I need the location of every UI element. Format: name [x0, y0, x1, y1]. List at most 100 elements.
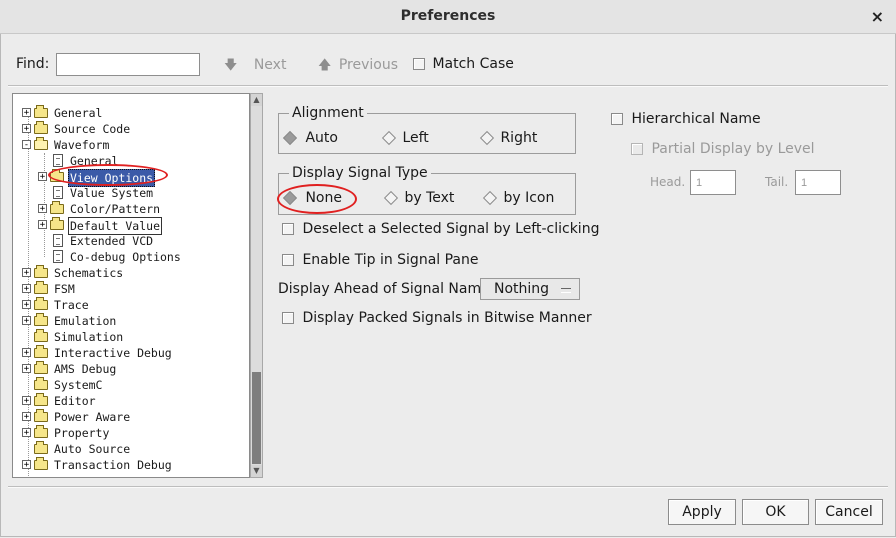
alignment-radio-left[interactable]: Left — [381, 130, 429, 146]
tree-item-default-value[interactable]: + Default Value — [13, 217, 249, 235]
display-ahead-select[interactable]: Nothing — [480, 278, 580, 300]
radio-label: Auto — [305, 130, 338, 146]
folder-icon — [34, 265, 48, 278]
tree-item-interactive-debug[interactable]: + Interactive Debug — [13, 345, 249, 361]
tree-item-source-code[interactable]: + Source Code — [13, 121, 249, 137]
tree-item-value-system[interactable]: Value System — [13, 185, 249, 201]
checkbox-label: Enable Tip in Signal Pane — [302, 252, 479, 268]
tree-item-power-aware[interactable]: + Power Aware — [13, 409, 249, 425]
tree-item-simulation[interactable]: Simulation — [13, 329, 249, 345]
expand-icon[interactable]: + — [22, 412, 31, 422]
window-title: Preferences — [400, 8, 496, 24]
display-packed-checkbox[interactable]: Display Packed Signals in Bitwise Manner — [282, 310, 592, 326]
head-input[interactable] — [690, 170, 736, 195]
head-label: Head. — [650, 175, 686, 189]
tree-scrollbar[interactable]: ▲ ▼ — [250, 93, 263, 478]
expand-icon[interactable]: + — [22, 268, 31, 278]
checkbox-label: Partial Display by Level — [651, 141, 815, 157]
expand-icon[interactable]: + — [22, 428, 31, 438]
radio-label: by Text — [404, 190, 455, 206]
folder-icon — [34, 281, 48, 294]
tree-item-co-debug-options[interactable]: Co-debug Options — [13, 249, 249, 265]
display-ahead-label: Display Ahead of Signal Name: — [278, 281, 495, 297]
expand-icon[interactable]: + — [22, 348, 31, 358]
alignment-radio-auto[interactable]: Auto — [282, 130, 338, 146]
checkbox-box — [413, 58, 425, 70]
checkbox-box — [282, 254, 294, 266]
tree-item-trace[interactable]: + Trace — [13, 297, 249, 313]
folder-icon — [34, 425, 48, 438]
bottom-divider — [8, 486, 888, 488]
partial-display-checkbox[interactable]: Partial Display by Level — [631, 141, 815, 157]
checkbox-box — [282, 312, 294, 324]
expand-icon[interactable]: + — [38, 204, 47, 214]
folder-icon — [34, 377, 48, 390]
next-label: Next — [253, 57, 287, 73]
folder-icon — [50, 201, 64, 214]
checkbox-label: Display Packed Signals in Bitwise Manner — [302, 310, 592, 326]
enable-tip-checkbox[interactable]: Enable Tip in Signal Pane — [282, 252, 479, 268]
tree-item-property[interactable]: + Property — [13, 425, 249, 441]
apply-button[interactable]: Apply — [668, 499, 736, 525]
expand-icon[interactable]: + — [22, 396, 31, 406]
cancel-button[interactable]: Cancel — [815, 499, 883, 525]
tree-item-label: Power Aware — [54, 410, 131, 424]
folder-icon — [34, 393, 48, 406]
find-input[interactable] — [56, 53, 200, 76]
tree-item-label: Simulation — [54, 330, 124, 344]
tree-item-waveform[interactable]: - Waveform — [13, 137, 249, 153]
expand-icon[interactable]: + — [38, 172, 47, 182]
tree-item-ams-debug[interactable]: + AMS Debug — [13, 361, 249, 377]
match-case-checkbox[interactable]: Match Case — [413, 56, 514, 72]
close-icon[interactable]: × — [871, 7, 884, 26]
radio-indicator — [282, 130, 298, 146]
tree-item-schematics[interactable]: + Schematics — [13, 265, 249, 281]
expand-icon[interactable]: + — [38, 220, 47, 230]
deselect-signal-checkbox[interactable]: Deselect a Selected Signal by Left-click… — [282, 221, 599, 237]
expand-icon[interactable]: + — [22, 364, 31, 374]
tree-item-label: Value System — [70, 186, 154, 200]
tree-item-auto-source[interactable]: Auto Source — [13, 441, 249, 457]
expand-icon[interactable]: + — [22, 316, 31, 326]
radio-indicator — [482, 190, 498, 206]
tree-item-fsm[interactable]: + FSM — [13, 281, 249, 297]
checkbox-label: Hierarchical Name — [631, 111, 761, 127]
expand-icon[interactable]: + — [22, 460, 31, 470]
collapse-icon[interactable]: - — [22, 140, 31, 150]
tree-item-label: Auto Source — [54, 442, 131, 456]
checkbox-label: Deselect a Selected Signal by Left-click… — [302, 221, 600, 237]
tree-item-label: Extended VCD — [70, 234, 154, 248]
scroll-down-icon[interactable]: ▼ — [251, 465, 262, 477]
ok-button[interactable]: OK — [742, 499, 809, 525]
tree-item-transaction-debug[interactable]: + Transaction Debug — [13, 457, 249, 473]
category-tree[interactable]: + General + Source Code - Waveform Gener… — [12, 93, 250, 478]
next-button[interactable]: 🡇 Next — [224, 56, 286, 78]
annotation-circle — [277, 184, 357, 214]
tree-item-color-pattern[interactable]: + Color/Pattern — [13, 201, 249, 217]
folder-icon — [34, 105, 48, 118]
alignment-radio-right[interactable]: Right — [479, 130, 537, 146]
signal-type-radio-by-text[interactable]: by Text — [383, 190, 455, 206]
scroll-up-icon[interactable]: ▲ — [251, 94, 262, 106]
document-icon — [53, 186, 63, 199]
arrow-up-icon: 🡅 — [318, 58, 332, 73]
tree-item-emulation[interactable]: + Emulation — [13, 313, 249, 329]
expand-icon[interactable]: + — [22, 300, 31, 310]
tree-item-general[interactable]: + General — [13, 105, 249, 121]
expand-icon[interactable]: + — [22, 284, 31, 294]
tree-item-extended-vcd[interactable]: Extended VCD — [13, 233, 249, 249]
radio-indicator — [383, 190, 399, 206]
title-bar: Preferences × — [0, 0, 896, 34]
dropdown-indicator-icon — [561, 288, 571, 293]
scroll-thumb[interactable] — [252, 372, 261, 464]
previous-button[interactable]: 🡅 Previous — [318, 56, 398, 78]
tree-item-label: Interactive Debug — [54, 346, 172, 360]
tree-item-editor[interactable]: + Editor — [13, 393, 249, 409]
expand-icon[interactable]: + — [22, 124, 31, 134]
expand-icon[interactable]: + — [22, 108, 31, 118]
hierarchical-name-checkbox[interactable]: Hierarchical Name — [611, 111, 761, 127]
tree-item-systemc[interactable]: SystemC — [13, 377, 249, 393]
tail-input[interactable] — [795, 170, 841, 195]
signal-type-radio-by-icon[interactable]: by Icon — [482, 190, 554, 206]
document-icon — [53, 154, 63, 167]
